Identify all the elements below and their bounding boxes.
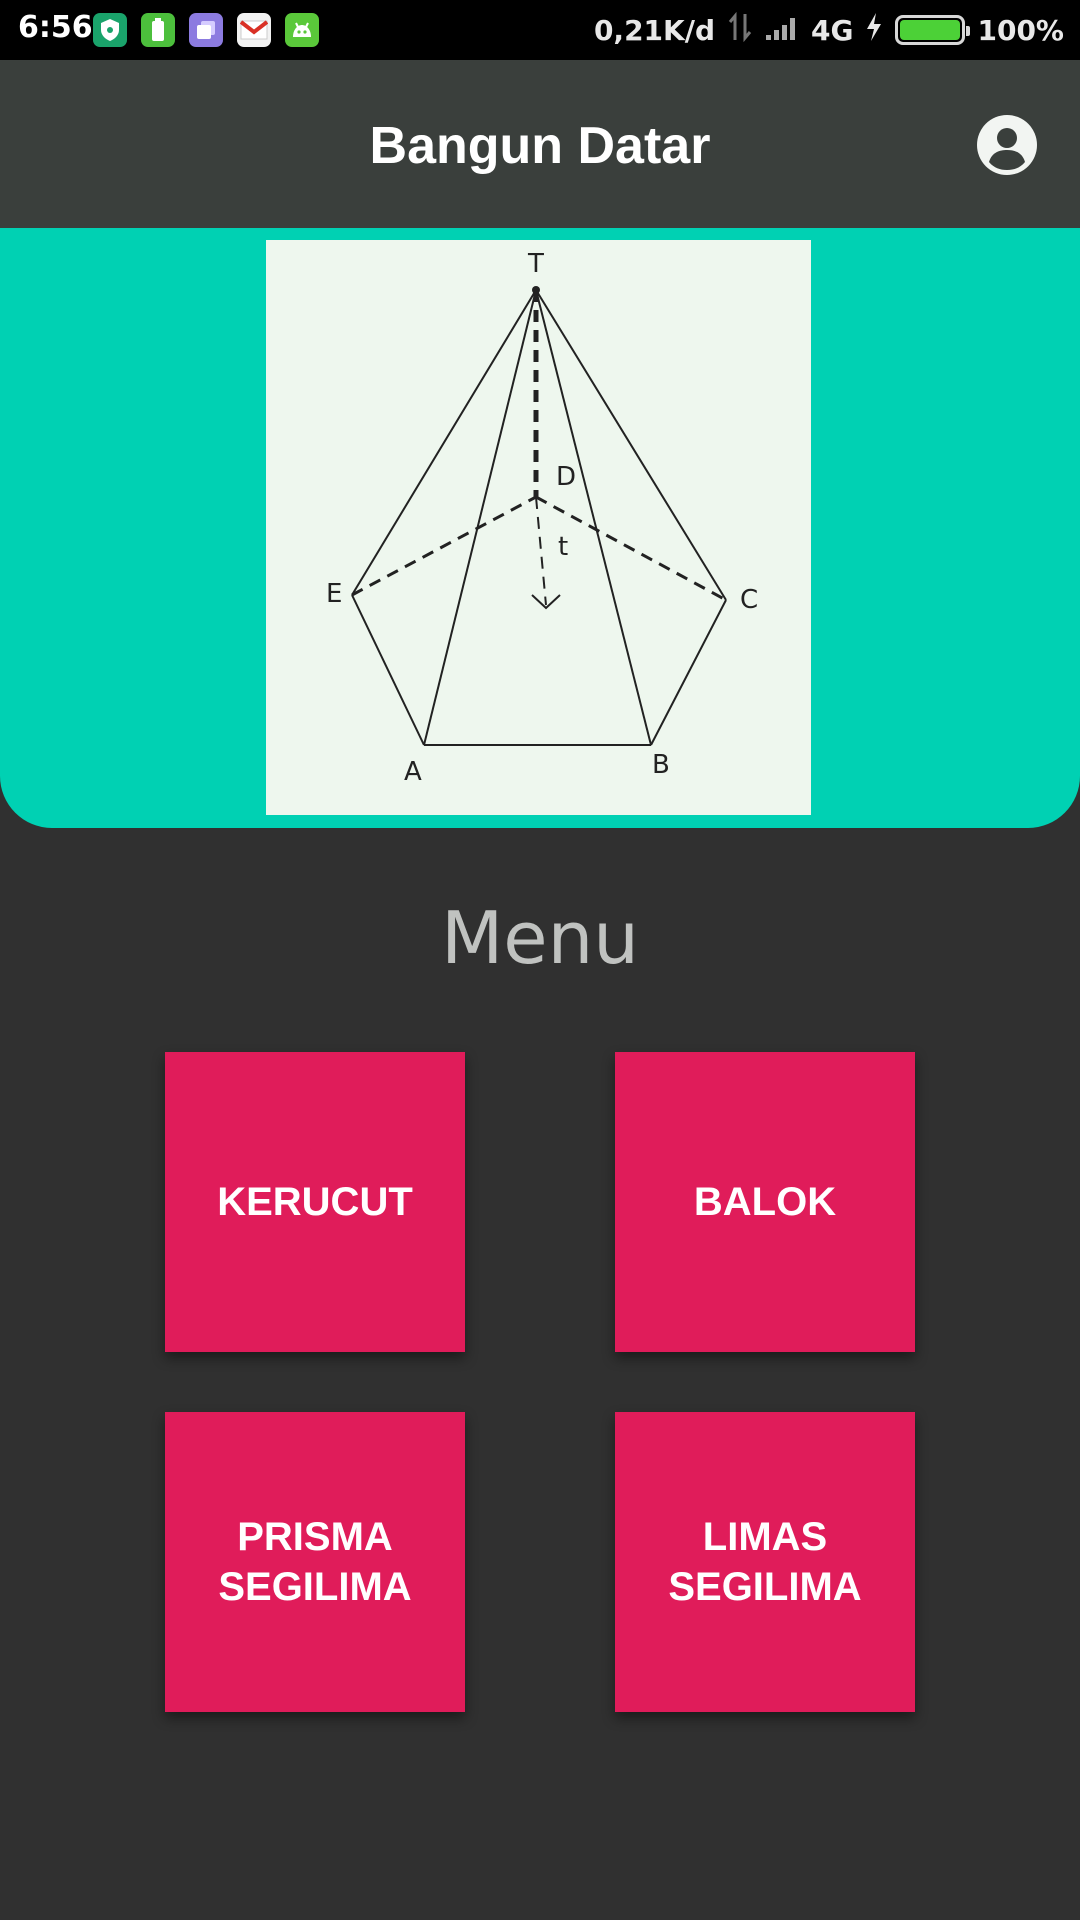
green-android-icon — [285, 13, 319, 47]
account-circle-icon — [977, 115, 1037, 175]
balok-button[interactable]: BALOK — [615, 1052, 915, 1352]
balok-button-label: BALOK — [693, 1180, 837, 1224]
hero-banner: T D t E C A B — [0, 228, 1080, 828]
pentagonal-pyramid-diagram: T D t E C A B — [266, 240, 811, 815]
battery-app-icon — [141, 13, 175, 47]
data-arrows-icon — [727, 11, 753, 49]
kerucut-button-label: KERUCUT — [217, 1180, 413, 1224]
kerucut-button[interactable]: KERUCUT — [165, 1052, 465, 1352]
label-center: D — [556, 462, 576, 492]
status-time: 6:56 — [18, 10, 93, 45]
shield-app-icon — [93, 13, 127, 47]
label-apex: T — [527, 249, 544, 279]
limas-segilima-button[interactable]: LIMAS SEGILIMA — [615, 1412, 915, 1712]
gmail-icon — [237, 13, 271, 47]
label-vertex-a: A — [404, 757, 422, 787]
account-button[interactable] — [976, 114, 1038, 176]
label-height: t — [558, 532, 568, 562]
prisma-segilima-button[interactable]: PRISMA SEGILIMA — [165, 1412, 465, 1712]
purple-app-icon — [189, 13, 223, 47]
notification-icons — [93, 13, 319, 47]
menu-heading: Menu — [441, 896, 639, 980]
app-title: Bangun Datar — [369, 117, 711, 175]
limas-segilima-button-label: LIMAS SEGILIMA — [668, 1515, 862, 1609]
label-vertex-b: B — [652, 750, 670, 780]
status-right: 0,21K/d 4G 100% — [594, 10, 1064, 50]
battery-icon — [895, 15, 971, 45]
prisma-segilima-button-label: PRISMA SEGILIMA — [218, 1515, 412, 1609]
charging-icon — [865, 12, 883, 49]
label-vertex-c: C — [740, 585, 758, 615]
network-type: 4G — [811, 13, 854, 47]
network-speed: 0,21K/d — [593, 13, 716, 47]
app-bar: Bangun Datar — [0, 60, 1080, 228]
signal-icon — [765, 13, 799, 48]
label-vertex-e: E — [326, 579, 342, 609]
battery-level: 100% — [977, 13, 1064, 47]
status-bar: 6:56 0,21K/d 4G 100% — [0, 0, 1080, 60]
